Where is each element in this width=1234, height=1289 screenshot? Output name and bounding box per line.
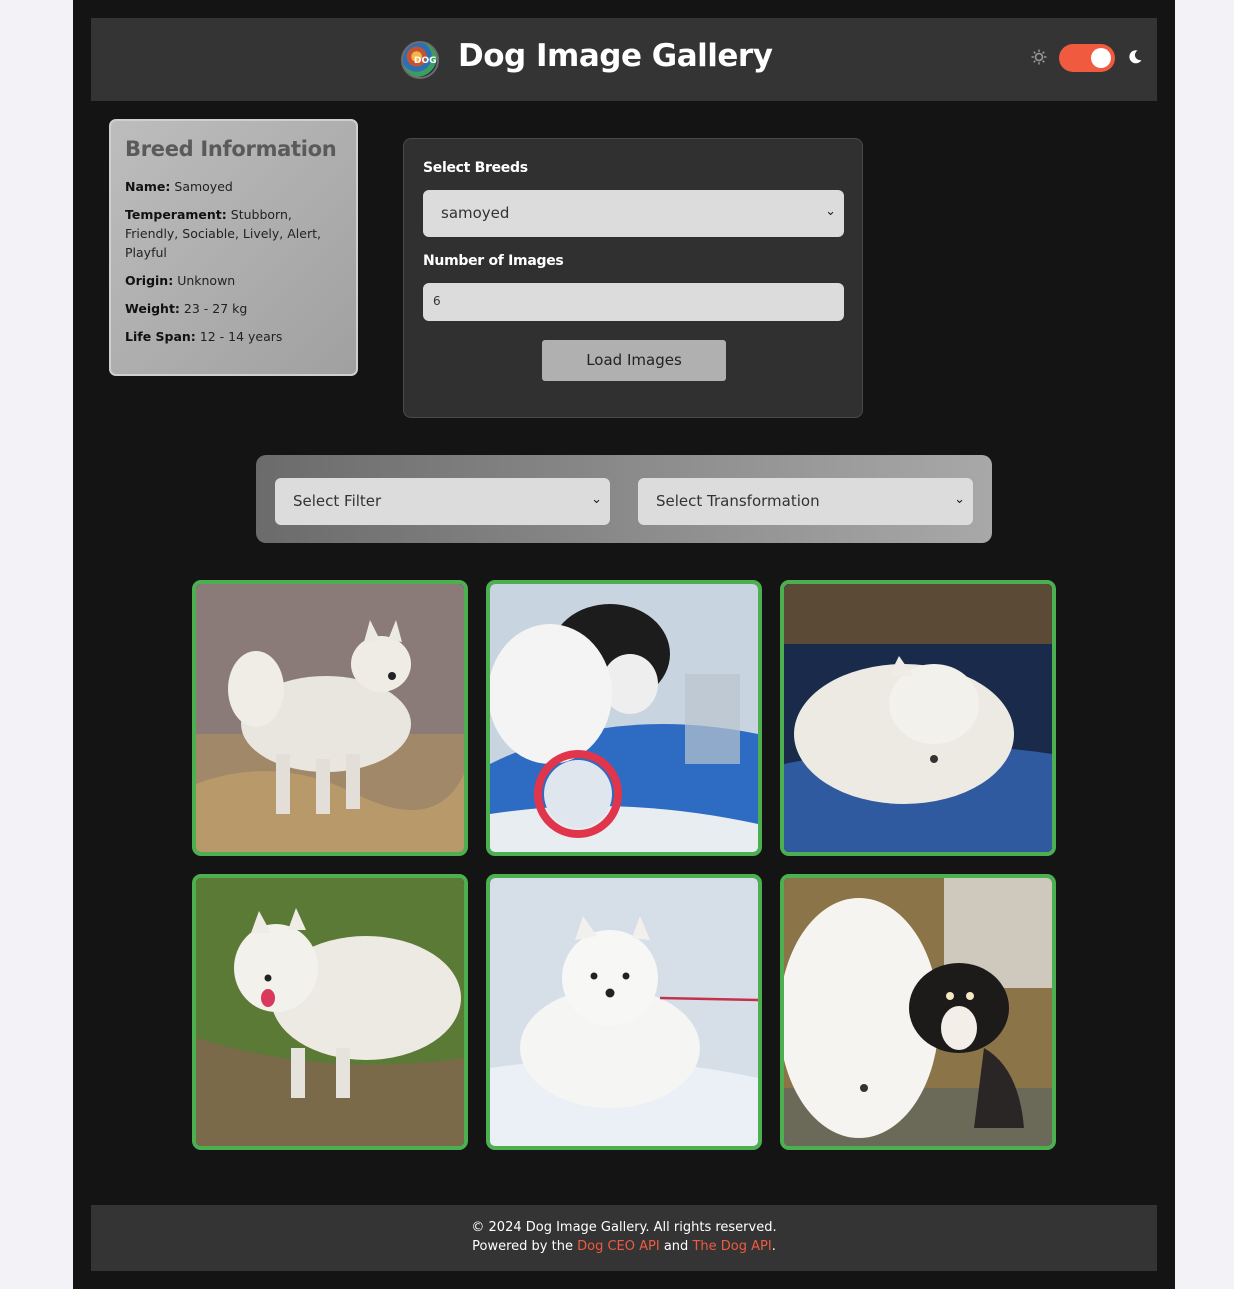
image-count-input[interactable]: 6 bbox=[423, 283, 844, 321]
moon-icon bbox=[1127, 49, 1143, 65]
filter-bar: Select Filter ⌄ Select Transformation ⌄ bbox=[256, 455, 992, 543]
the-dog-api-link[interactable]: The Dog API bbox=[692, 1239, 771, 1254]
select-breeds-label: Select Breeds bbox=[423, 160, 528, 176]
transformation-select-value: Select Transformation bbox=[656, 492, 820, 510]
header: DOG Dog Image Gallery bbox=[91, 18, 1157, 101]
sun-icon bbox=[1031, 49, 1047, 65]
breed-info-card: Breed Information Name: Samoyed Temperam… bbox=[109, 119, 358, 376]
gallery-image[interactable] bbox=[486, 580, 762, 856]
gallery-image[interactable] bbox=[192, 580, 468, 856]
breed-lifespan-row: Life Span: 12 - 14 years bbox=[125, 327, 342, 346]
filter-select-value: Select Filter bbox=[293, 492, 382, 510]
chevron-down-icon: ⌄ bbox=[954, 492, 965, 507]
gallery-image[interactable] bbox=[486, 874, 762, 1150]
footer: © 2024 Dog Image Gallery. All rights res… bbox=[91, 1205, 1157, 1271]
breed-info-heading: Breed Information bbox=[125, 137, 337, 161]
toggle-knob bbox=[1091, 48, 1111, 68]
image-gallery bbox=[192, 580, 1056, 1150]
logo-text: DOG bbox=[414, 56, 437, 66]
filter-select[interactable]: Select Filter ⌄ bbox=[275, 478, 610, 525]
page: DOG Dog Image Gallery Breed Information … bbox=[73, 0, 1175, 1289]
weight-label: Weight: bbox=[125, 301, 180, 316]
name-label: Name: bbox=[125, 179, 171, 194]
copyright-text: © 2024 Dog Image Gallery. All rights res… bbox=[471, 1220, 777, 1235]
number-of-images-label: Number of Images bbox=[423, 253, 564, 269]
gallery-image[interactable] bbox=[780, 874, 1056, 1150]
transformation-select[interactable]: Select Transformation ⌄ bbox=[638, 478, 973, 525]
dog-logo-icon: DOG bbox=[401, 41, 439, 79]
gallery-image[interactable] bbox=[192, 874, 468, 1150]
dog-ceo-api-link[interactable]: Dog CEO API bbox=[577, 1239, 660, 1254]
origin-label: Origin: bbox=[125, 273, 174, 288]
lifespan-label: Life Span: bbox=[125, 329, 196, 344]
gallery-image[interactable] bbox=[780, 580, 1056, 856]
temperament-label: Temperament: bbox=[125, 207, 227, 222]
breed-name-row: Name: Samoyed bbox=[125, 177, 342, 196]
footer-suffix: . bbox=[771, 1239, 776, 1254]
powered-prefix: Powered by the bbox=[472, 1239, 573, 1254]
breed-lifespan: 12 - 14 years bbox=[199, 329, 283, 344]
breed-temperament-row: Temperament: Stubborn, Friendly, Sociabl… bbox=[125, 205, 342, 262]
breed-weight-row: Weight: 23 - 27 kg bbox=[125, 299, 342, 318]
load-images-button[interactable]: Load Images bbox=[542, 340, 726, 381]
theme-toggle[interactable] bbox=[1059, 44, 1115, 72]
breed-select[interactable]: samoyed ⌄ bbox=[423, 190, 844, 237]
page-title: Dog Image Gallery bbox=[458, 38, 773, 74]
and-text: and bbox=[663, 1239, 689, 1254]
chevron-down-icon: ⌄ bbox=[591, 492, 602, 507]
powered-by-line: Powered by the Dog CEO API and The Dog A… bbox=[91, 1237, 1157, 1256]
breed-select-value: samoyed bbox=[441, 204, 510, 222]
chevron-down-icon: ⌄ bbox=[825, 204, 836, 219]
breed-name: Samoyed bbox=[174, 179, 233, 194]
breed-origin: Unknown bbox=[177, 273, 236, 288]
breed-origin-row: Origin: Unknown bbox=[125, 271, 342, 290]
breed-form: Select Breeds samoyed ⌄ Number of Images… bbox=[403, 138, 863, 418]
breed-weight: 23 - 27 kg bbox=[183, 301, 248, 316]
